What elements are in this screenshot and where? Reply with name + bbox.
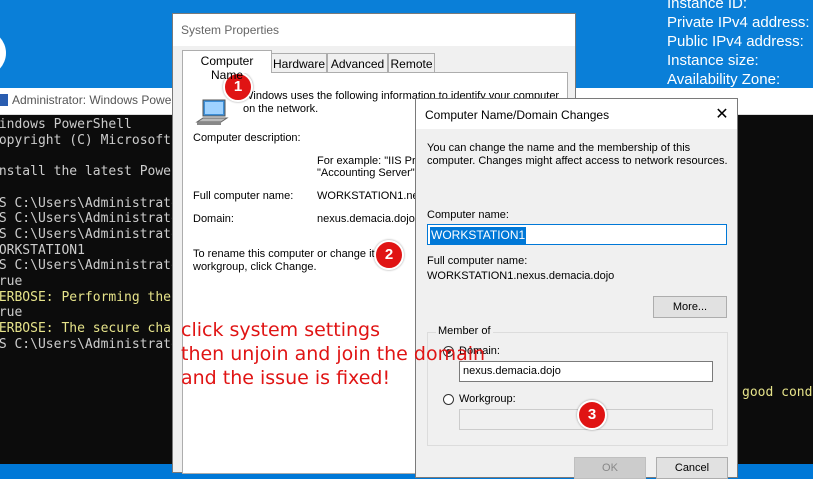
ec2-info-line: Availability Zone: (667, 71, 781, 88)
computer-description-label: Computer description: (193, 132, 301, 144)
ec2-info-line: Instance size: (667, 52, 759, 69)
ec2-info-line: Private IPv4 address: (667, 14, 810, 31)
computer-name-label: Computer name: (427, 209, 509, 221)
console-line: PS C:\Users\Administrato (0, 336, 179, 352)
domain-input[interactable]: nexus.demacia.dojo (459, 361, 713, 382)
more-button[interactable]: More... (653, 296, 727, 318)
computer-network-icon (195, 99, 229, 125)
console-line: Install the latest Power (0, 164, 179, 180)
console-output-fragment: good cond (742, 385, 813, 400)
console-line: WORKSTATION1 (0, 242, 85, 258)
workgroup-radio-label[interactable]: Workgroup: (459, 393, 516, 406)
annotation-line: click system settings (181, 319, 380, 341)
console-line: PS C:\Users\Administrato (0, 258, 179, 274)
name-changes-title: Computer Name/Domain Changes (425, 108, 610, 122)
name-changes-titlebar[interactable]: Computer Name/Domain Changes ✕ (416, 99, 737, 129)
full-computer-name-value: WORKSTATION1.nexus.demacia.dojo (427, 270, 615, 282)
name-changes-ok-button[interactable]: OK (574, 457, 646, 479)
ec2-info-line: Instance ID: (667, 0, 748, 12)
tab-remote[interactable]: Remote (388, 53, 435, 72)
console-line: True (0, 274, 23, 289)
console-line: PS C:\Users\Administrato (0, 226, 179, 242)
console-line: Windows PowerShell (0, 117, 132, 132)
tab-advanced[interactable]: Advanced (327, 53, 388, 72)
tab-hardware[interactable]: Hardware (271, 53, 327, 72)
ec2-info-panel: Instance ID: Private IPv4 address: Publi… (667, 0, 810, 89)
workgroup-radio[interactable] (443, 394, 454, 405)
computer-name-input[interactable]: WORKSTATION1 (427, 224, 727, 245)
annotation-line: and the issue is fixed! (181, 367, 391, 389)
name-changes-intro: You can change the name and the membersh… (427, 142, 691, 154)
name-changes-intro: computer. Changes might affect access to… (427, 155, 728, 167)
console-line: VERBOSE: Performing the (0, 289, 172, 305)
console-line: PS C:\Users\Administrato (0, 195, 179, 211)
console-line: VERBOSE: The secure chan (0, 321, 179, 337)
computer-name-value: WORKSTATION1 (430, 227, 527, 244)
annotation-note: click system settings then unjoin and jo… (181, 318, 485, 390)
ec2-info-line: Public IPv4 address: (667, 33, 804, 50)
tab-computer-name[interactable]: Computer Name (182, 50, 272, 82)
desktop-shortcut-icon[interactable] (0, 30, 6, 76)
full-computer-name-value: WORKSTATION1.ne (317, 190, 419, 202)
step-badge-3: 3 (577, 400, 607, 430)
system-properties-titlebar[interactable]: System Properties (173, 14, 575, 46)
console-line: Copyright (C) Microsoft (0, 132, 172, 148)
rename-instructions: To rename this computer or change its (193, 248, 381, 260)
intro-line: on the network. (243, 103, 319, 115)
description-example: "Accounting Server" (317, 167, 415, 179)
powershell-title: Administrator: Windows Powe (12, 93, 172, 107)
domain-label: Domain: (193, 213, 234, 225)
annotation-line: then unjoin and join the domain (181, 343, 486, 365)
full-computer-name-label: Full computer name: (427, 255, 528, 267)
computer-name-domain-changes-dialog[interactable]: Computer Name/Domain Changes ✕ You can c… (415, 98, 738, 479)
name-changes-cancel-button[interactable]: Cancel (656, 457, 728, 479)
console-line: PS C:\Users\Administrato (0, 211, 179, 227)
close-icon[interactable]: ✕ (714, 104, 730, 123)
console-line: True (0, 305, 23, 321)
system-properties-title: System Properties (181, 23, 280, 37)
step-badge-2: 2 (374, 240, 404, 270)
rename-instructions: workgroup, click Change. (193, 261, 317, 273)
domain-value: nexus.demacia.dojo (317, 213, 415, 225)
full-computer-name-label: Full computer name: (193, 190, 294, 202)
powershell-icon (0, 94, 8, 106)
